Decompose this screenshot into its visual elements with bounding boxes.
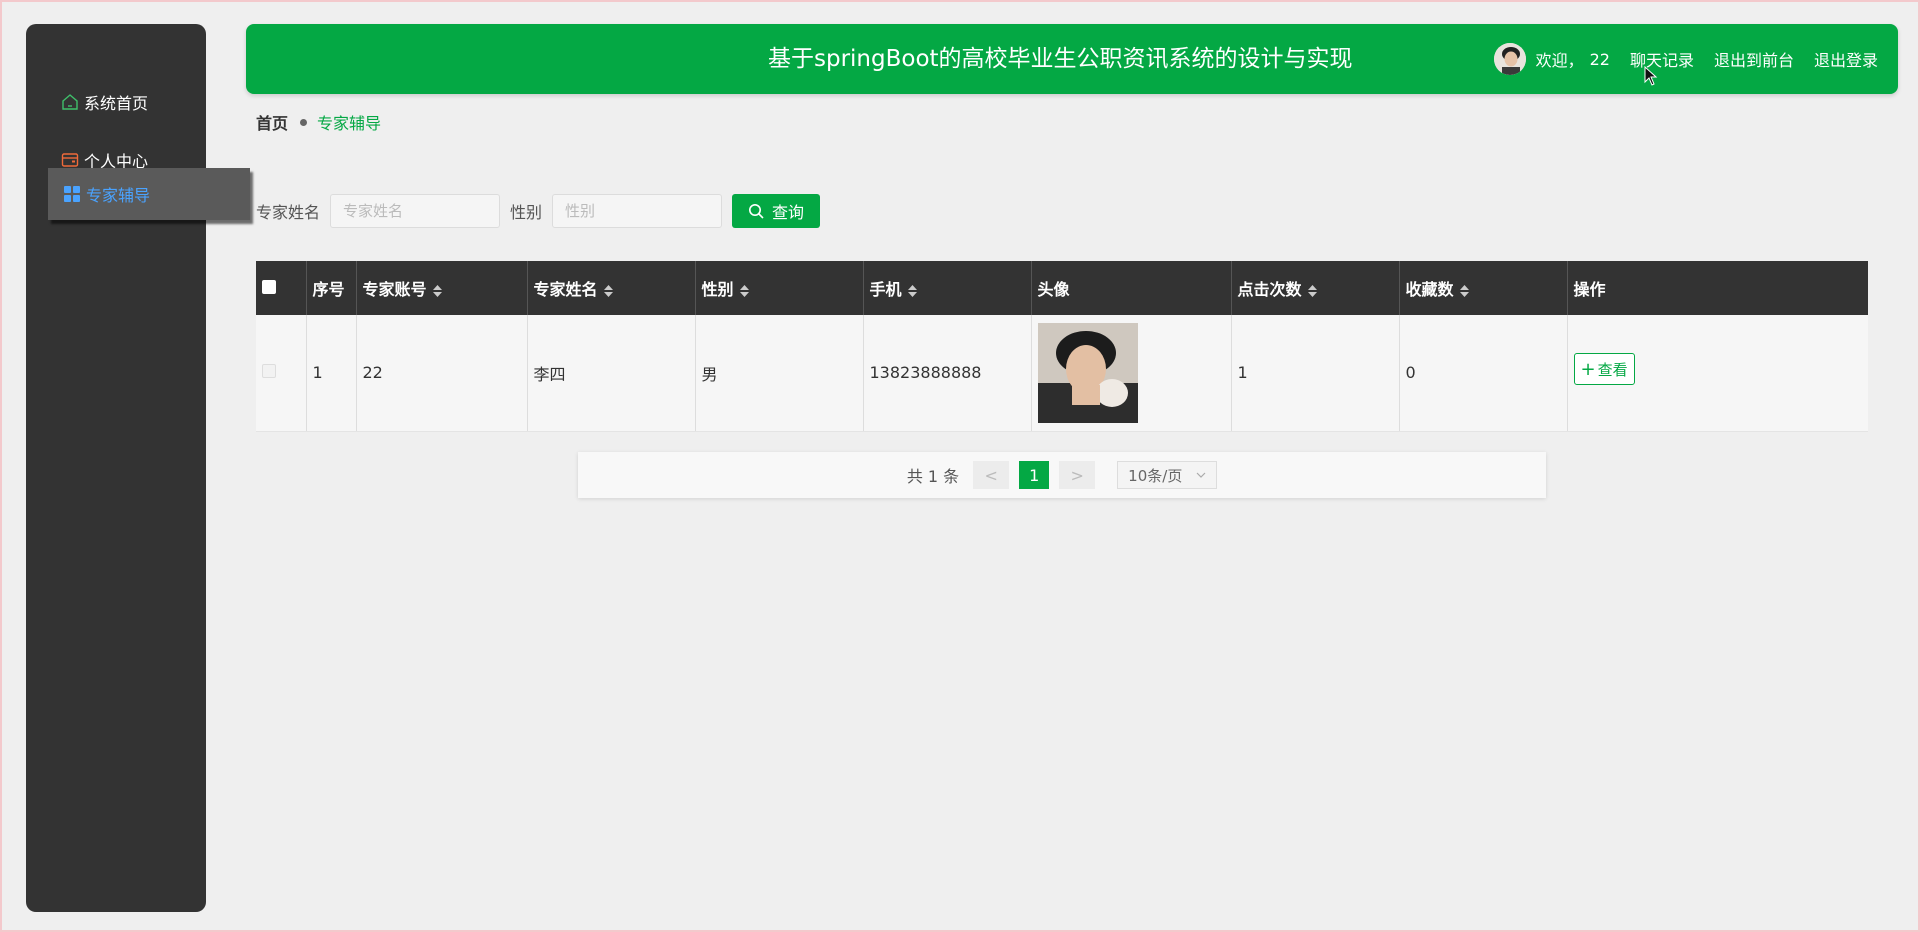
cell-account: 22 — [356, 315, 528, 432]
query-button[interactable]: 查询 — [732, 194, 821, 228]
username: 22 — [1589, 49, 1610, 69]
page-title: 基于springBoot的高校毕业生公职资讯系统的设计与实现 — [768, 46, 1353, 72]
row-checkbox[interactable] — [262, 364, 276, 379]
breadcrumb-separator — [300, 118, 308, 126]
column-phone[interactable]: 手机 — [863, 261, 1032, 315]
pagination-total: 共 1 条 — [906, 467, 960, 486]
gender-label: 性别 — [510, 203, 543, 222]
sidebar-item-home[interactable]: 系统首页 — [26, 78, 206, 126]
cell-phone: 13823888888 — [863, 315, 1032, 432]
column-actions: 操作 — [1567, 261, 1868, 315]
column-avatar-label: 头像 — [1037, 280, 1070, 299]
expert-name-input[interactable] — [330, 194, 501, 228]
sort-icon[interactable] — [1307, 284, 1317, 297]
pagination: 共 1 条 < 1 > 10条/页 — [578, 452, 1546, 498]
breadcrumb: 首页 专家辅导 — [256, 110, 381, 134]
sidebar-item-label: 专家辅导 — [86, 186, 151, 205]
view-button[interactable]: + 查看 — [1573, 353, 1635, 385]
prev-page-button[interactable]: < — [973, 461, 1010, 489]
row-select-cell — [256, 315, 307, 432]
column-gender-label: 性别 — [701, 280, 734, 299]
grid-icon — [62, 184, 82, 204]
column-name-label: 专家姓名 — [533, 280, 598, 299]
column-avatar: 头像 — [1031, 261, 1232, 315]
column-favorites[interactable]: 收藏数 — [1399, 261, 1568, 315]
cell-actions: + 查看 — [1567, 315, 1868, 432]
expert-name-label: 专家姓名 — [256, 203, 321, 222]
column-actions-label: 操作 — [1573, 280, 1606, 299]
sort-icon[interactable] — [1459, 284, 1469, 297]
welcome-label: 欢迎， — [1535, 51, 1584, 70]
view-button-label: 查看 — [1597, 360, 1628, 379]
chevron-down-icon — [1196, 472, 1206, 478]
search-icon — [748, 203, 764, 219]
cell-index: 1 — [306, 315, 357, 432]
breadcrumb-current: 专家辅导 — [317, 114, 382, 133]
table-row: 1 22 李四 男 13823888888 1 0 + 查看 — [256, 315, 1868, 432]
column-gender[interactable]: 性别 — [695, 261, 864, 315]
chat-record-link[interactable]: 聊天记录 — [1630, 47, 1694, 71]
sort-icon[interactable] — [739, 284, 749, 297]
wallet-icon — [60, 150, 80, 170]
column-index-label: 序号 — [312, 280, 345, 299]
plus-icon: + — [1580, 358, 1596, 380]
cell-gender: 男 — [695, 315, 864, 432]
header-user-area: 欢迎， 22 聊天记录 退出到前台 退出登录 — [1493, 24, 1878, 94]
logout-link[interactable]: 退出登录 — [1814, 47, 1878, 71]
cell-favorites: 0 — [1399, 315, 1568, 432]
search-bar: 专家姓名 性别 查询 — [256, 194, 821, 228]
column-account-label: 专家账号 — [362, 280, 427, 299]
app-frame: 系统首页 个人中心 专家辅导 基于springBoot的高校毕业生公职资讯系统的… — [0, 0, 1920, 932]
page-number-button[interactable]: 1 — [1019, 461, 1050, 489]
sidebar-item-label: 系统首页 — [84, 94, 149, 113]
welcome-text: 欢迎， 22 — [1536, 47, 1610, 71]
mouse-cursor-icon — [1644, 66, 1658, 86]
column-account[interactable]: 专家账号 — [356, 261, 528, 315]
next-page-button[interactable]: > — [1059, 461, 1096, 489]
sidebar-item-expert-tutoring[interactable]: 专家辅导 — [48, 168, 250, 220]
sort-icon[interactable] — [907, 284, 917, 297]
page-size-value: 10条/页 — [1128, 466, 1183, 485]
expert-avatar-image — [1037, 322, 1138, 423]
cell-avatar — [1031, 315, 1232, 432]
sort-icon[interactable] — [603, 284, 613, 297]
column-clicks-label: 点击次数 — [1237, 280, 1302, 299]
column-index: 序号 — [306, 261, 357, 315]
select-all-header — [256, 261, 307, 315]
exit-to-front-link[interactable]: 退出到前台 — [1714, 47, 1794, 71]
page-size-select[interactable]: 10条/页 — [1117, 461, 1218, 489]
home-icon — [60, 92, 80, 112]
cell-name: 李四 — [527, 315, 696, 432]
gender-input[interactable] — [552, 194, 723, 228]
column-favorites-label: 收藏数 — [1405, 280, 1454, 299]
select-all-checkbox[interactable] — [262, 279, 276, 294]
table-header-row: 序号 专家账号 专家姓名 性别 手机 头像 点击次数 收藏数 操作 — [256, 261, 1868, 315]
expert-table: 序号 专家账号 专家姓名 性别 手机 头像 点击次数 收藏数 操作 1 22 李… — [256, 261, 1868, 432]
column-clicks[interactable]: 点击次数 — [1231, 261, 1400, 315]
sidebar: 系统首页 个人中心 专家辅导 — [26, 24, 250, 912]
sort-icon[interactable] — [432, 284, 442, 297]
query-button-label: 查询 — [772, 203, 805, 222]
breadcrumb-home[interactable]: 首页 — [256, 110, 288, 134]
column-name[interactable]: 专家姓名 — [527, 261, 696, 315]
column-phone-label: 手机 — [869, 280, 902, 299]
cell-clicks: 1 — [1231, 315, 1400, 432]
avatar — [1493, 43, 1526, 75]
